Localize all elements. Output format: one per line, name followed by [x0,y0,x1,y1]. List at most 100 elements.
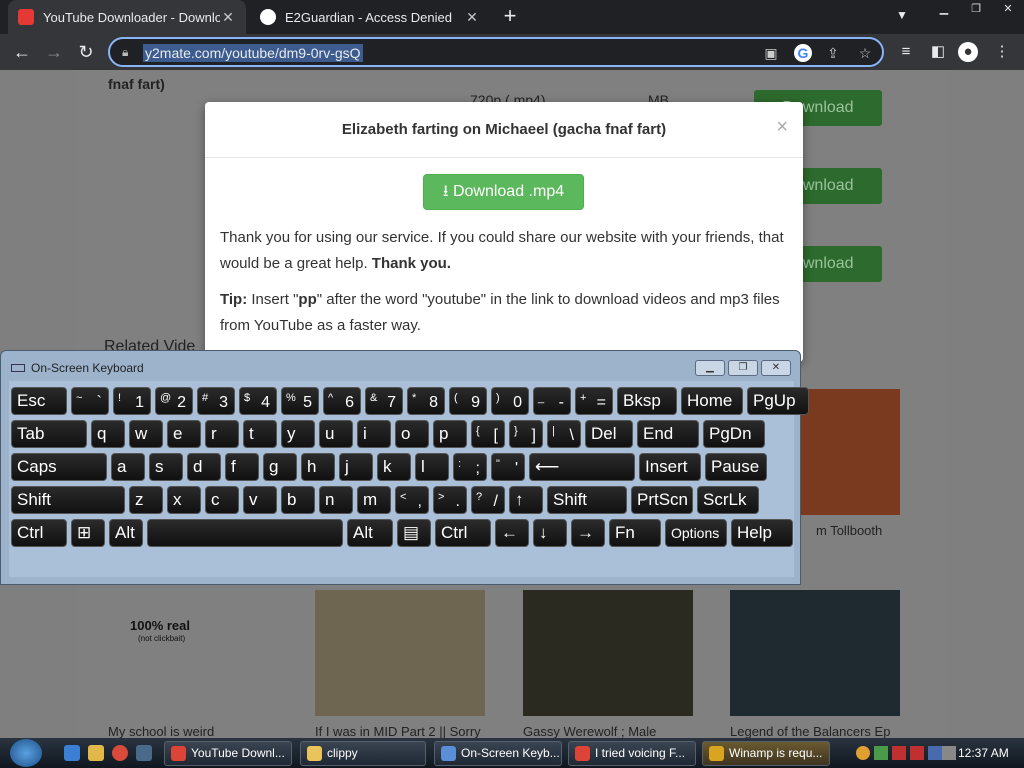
osk-key-2-8[interactable]: k [377,453,411,481]
osk-key-3-6[interactable]: n [319,486,353,514]
osk-key-2-2[interactable]: s [149,453,183,481]
osk-key-0-7[interactable]: ^ 6 [323,387,361,415]
osk-key-3-7[interactable]: m [357,486,391,514]
folder-icon[interactable] [88,745,104,761]
internet-explorer-icon[interactable] [64,745,80,761]
osk-title-bar[interactable]: On-Screen Keyboard [11,361,144,375]
video-caption-3[interactable]: Gassy Werewolf ; Male [523,724,703,738]
network-tray-icon[interactable] [910,746,924,760]
address-url[interactable]: y2mate.com/youtube/dm9-0rv-gsQ [143,44,363,62]
osk-restore-icon[interactable]: ❐ [728,360,758,376]
osk-close-icon[interactable]: ✕ [761,360,791,376]
media-control-icon[interactable]: ≡ [896,42,916,62]
osk-key-1-0[interactable]: Tab [11,420,87,448]
osk-key-3-9[interactable]: >. [433,486,467,514]
osk-key-2-13[interactable]: Insert [639,453,701,481]
video-caption-1[interactable]: My school is weird [108,724,288,738]
osk-key-1-13[interactable]: | \ [547,420,581,448]
osk-key-2-1[interactable]: a [111,453,145,481]
osk-key-3-14[interactable]: ScrLk [697,486,759,514]
osk-key-2-4[interactable]: f [225,453,259,481]
osk-key-0-16[interactable]: PgUp [747,387,809,415]
osk-key-2-12[interactable]: ⟵ [529,453,635,481]
taskbar-task-4[interactable]: Winamp is requ... [702,741,830,766]
profile-avatar-icon[interactable]: ● [958,42,978,62]
osk-key-1-10[interactable]: p [433,420,467,448]
osk-key-0-5[interactable]: $4 [239,387,277,415]
osk-key-1-5[interactable]: t [243,420,277,448]
close-tab-icon[interactable]: ✕ [220,9,236,26]
osk-key-0-2[interactable]: ! 1 [113,387,151,415]
osk-key-4-4[interactable]: Alt [347,519,393,547]
side-panel-icon[interactable]: ◧ [928,42,948,62]
forward-arrow-icon[interactable]: → [42,40,66,64]
osk-key-1-16[interactable]: PgDn [703,420,765,448]
osk-key-3-2[interactable]: x [167,486,201,514]
osk-key-4-3[interactable] [147,519,343,547]
osk-key-1-6[interactable]: y [281,420,315,448]
osk-key-1-14[interactable]: Del [585,420,633,448]
search-tray-icon[interactable] [856,746,870,760]
osk-key-2-11[interactable]: " ' [491,453,525,481]
osk-key-1-4[interactable]: r [205,420,239,448]
osk-key-1-11[interactable]: {[ [471,420,505,448]
osk-key-3-13[interactable]: PrtScn [631,486,693,514]
download-mp4-button[interactable]: ⭳ Download .mp4 [423,174,584,210]
osk-key-1-2[interactable]: w [129,420,163,448]
osk-key-0-13[interactable]: + = [575,387,613,415]
osk-key-0-9[interactable]: * 8 [407,387,445,415]
osk-key-1-15[interactable]: End [637,420,699,448]
osk-key-0-8[interactable]: & 7 [365,387,403,415]
close-window-icon[interactable]: ✕ [992,0,1024,18]
osk-key-2-3[interactable]: d [187,453,221,481]
osk-key-3-0[interactable]: Shift [11,486,125,514]
start-button-icon[interactable] [10,739,42,767]
osk-key-0-4[interactable]: #3 [197,387,235,415]
taskbar-task-1[interactable]: clippy [300,741,426,766]
back-arrow-icon[interactable]: ← [10,40,34,64]
taskbar-clock[interactable]: 12:37 AM [958,746,1009,760]
modal-close-icon[interactable]: × [776,116,788,139]
osk-key-4-5[interactable]: ▤ [397,519,431,547]
osk-key-4-0[interactable]: Ctrl [11,519,67,547]
osk-key-4-10[interactable]: Fn [609,519,661,547]
video-caption-2[interactable]: If I was in MID Part 2 || Sorry [315,724,495,738]
osk-key-2-7[interactable]: j [339,453,373,481]
app-quicklaunch-icon[interactable] [136,745,152,761]
osk-key-4-2[interactable]: Alt [109,519,143,547]
bookmark-star-icon[interactable]: ☆ [856,44,874,62]
osk-key-3-10[interactable]: ? / [471,486,505,514]
osk-key-3-1[interactable]: z [129,486,163,514]
new-tab-button[interactable]: + [498,4,522,28]
osk-key-0-0[interactable]: Esc [11,387,67,415]
osk-key-4-1[interactable]: ⊞ [71,519,105,547]
osk-key-2-6[interactable]: h [301,453,335,481]
osk-key-4-12[interactable]: Help [731,519,793,547]
tab-e2guardian[interactable]: E2Guardian - Access Denied ✕ [250,0,490,34]
video-thumbnail-2[interactable] [315,590,485,716]
reload-icon[interactable]: ↻ [74,40,98,64]
osk-key-0-6[interactable]: % 5 [281,387,319,415]
lock-icon[interactable]: 🔒︎ [122,45,128,60]
share-icon[interactable]: ⇪ [824,44,842,62]
restore-icon[interactable]: ❐ [960,0,992,18]
osk-key-1-9[interactable]: o [395,420,429,448]
taskbar-task-2[interactable]: On-Screen Keyb... [434,741,562,766]
osk-key-1-7[interactable]: u [319,420,353,448]
osk-key-4-8[interactable]: ↓ [533,519,567,547]
osk-key-3-8[interactable]: <, [395,486,429,514]
minimize-icon[interactable]: ▁ [928,0,960,18]
side-video-caption[interactable]: m Tollbooth [816,523,896,538]
tab-search-chevron-icon[interactable]: ▼ [896,8,908,22]
osk-key-2-14[interactable]: Pause [705,453,767,481]
close-tab-icon[interactable]: ✕ [464,9,480,26]
video-thumbnail-3[interactable] [523,590,693,716]
osk-key-4-9[interactable]: → [571,519,605,547]
osk-key-1-3[interactable]: e [167,420,201,448]
flag-tray-icon[interactable] [928,746,942,760]
osk-key-2-5[interactable]: g [263,453,297,481]
osk-key-2-0[interactable]: Caps [11,453,107,481]
alert-tray-icon[interactable] [892,746,906,760]
video-thumbnail-4[interactable] [730,590,900,716]
osk-key-0-12[interactable]: _ - [533,387,571,415]
